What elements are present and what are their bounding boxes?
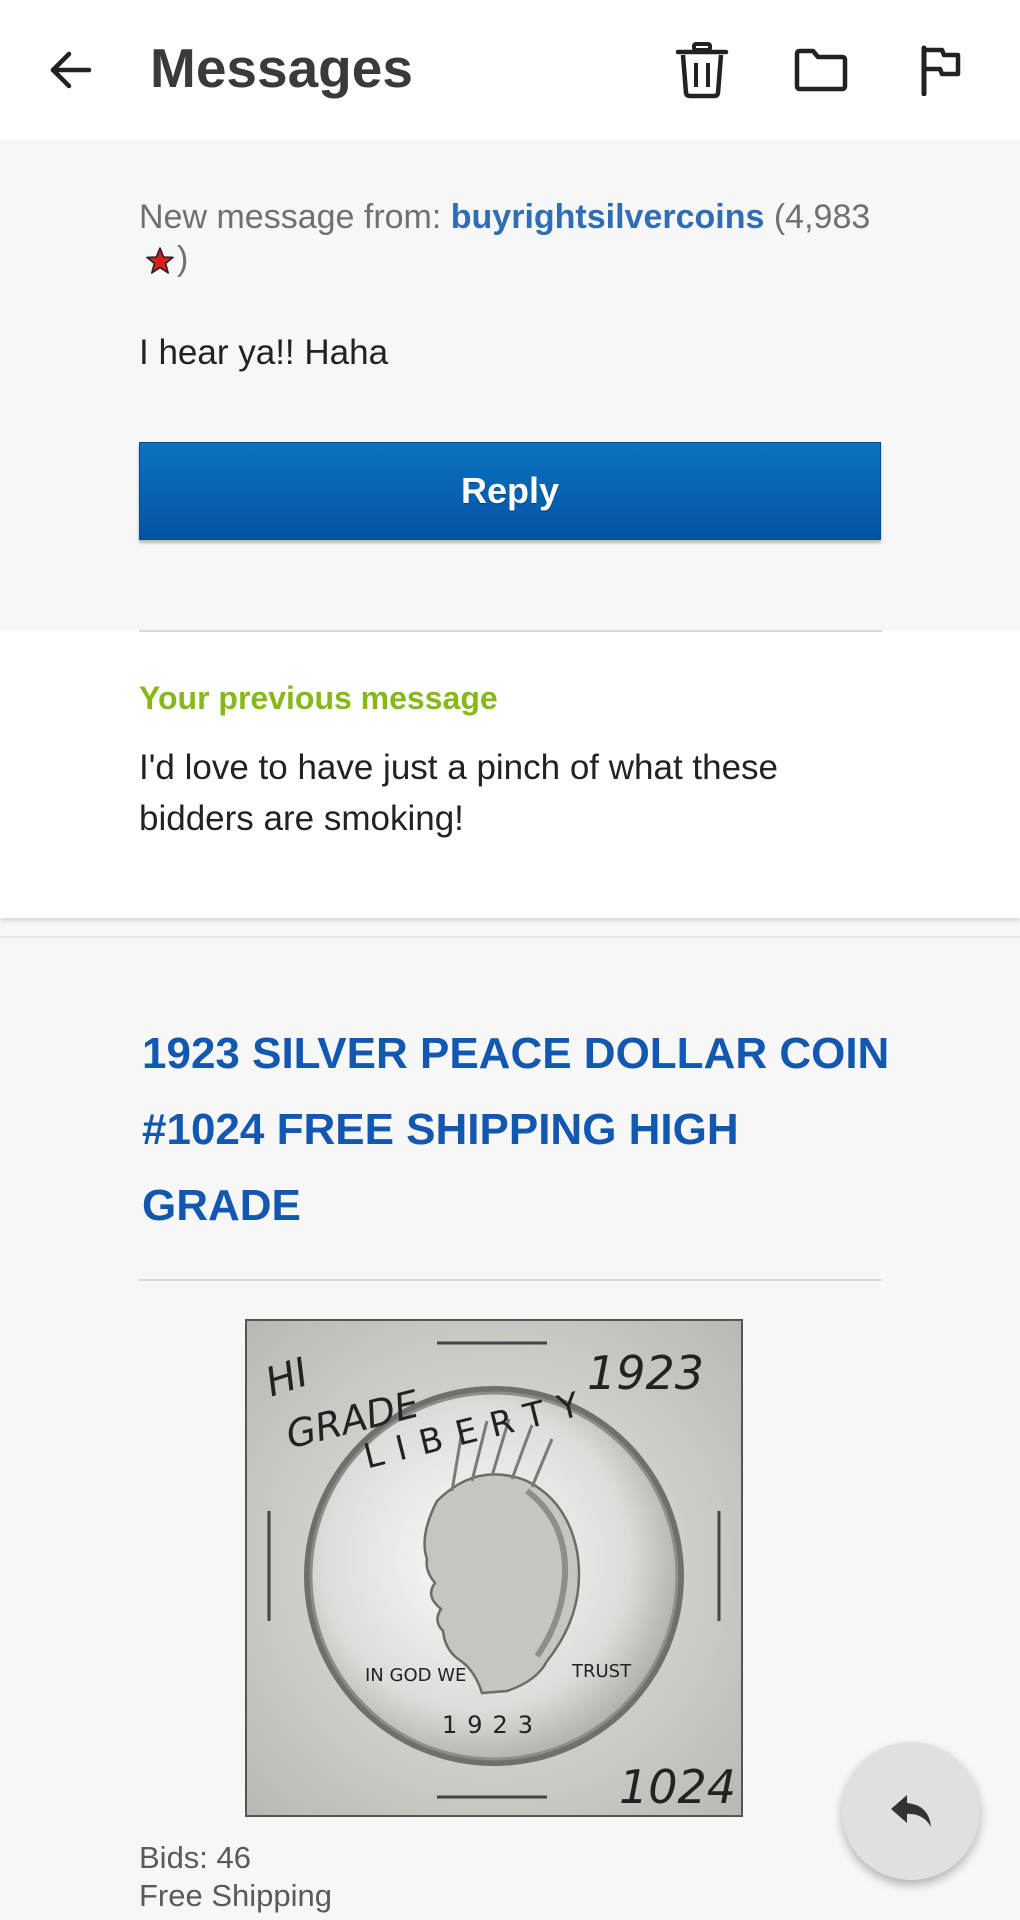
message-from-line: New message from: buyrightsilvercoins (4…	[139, 196, 899, 280]
feedback-score: (4,983	[773, 198, 871, 236]
coin-date-text: 1923	[442, 1711, 543, 1739]
flag-icon	[921, 45, 961, 96]
reply-icon	[891, 1795, 931, 1827]
coin-motto-text: IN GOD WE	[365, 1665, 466, 1686]
shipping-info: Free Shipping	[139, 1878, 333, 1913]
back-arrow-icon	[50, 51, 92, 89]
item-title-link[interactable]: 1923 SILVER PEACE DOLLAR COIN #1024 FREE…	[142, 1016, 902, 1244]
coin-photo: LIBERTY IN GOD WE TRUST 1923 HI GRADE 19…	[247, 1321, 741, 1815]
from-prefix: New message from:	[139, 198, 451, 236]
year-annotation: 1923	[587, 1346, 704, 1400]
bids-count: Bids: 46	[139, 1840, 252, 1875]
page-title: Messages	[150, 37, 413, 99]
back-button[interactable]	[34, 34, 106, 106]
message-body: I hear ya!! Haha	[139, 333, 389, 372]
flag-button[interactable]	[904, 34, 976, 106]
section-separator	[0, 936, 1020, 938]
divider	[139, 630, 882, 632]
reply-button[interactable]: Reply	[139, 442, 881, 540]
new-message-section: New message from: buyrightsilvercoins (4…	[0, 140, 1020, 630]
divider	[139, 1279, 882, 1281]
previous-message-label: Your previous message	[139, 680, 498, 716]
feedback-close: )	[177, 240, 189, 278]
floating-reply-button[interactable]	[842, 1742, 980, 1880]
sender-name-link[interactable]: buyrightsilvercoins	[451, 198, 765, 236]
previous-message-card: Your previous message I'd love to have j…	[0, 630, 1020, 918]
red-star-icon	[146, 247, 174, 274]
coin-trust-text: TRUST	[571, 1661, 632, 1682]
top-app-bar: Messages	[0, 0, 1020, 140]
item-image[interactable]: LIBERTY IN GOD WE TRUST 1923 HI GRADE 19…	[245, 1319, 743, 1817]
previous-message-text: I'd love to have just a pinch of what th…	[139, 748, 779, 838]
move-to-folder-button[interactable]	[785, 34, 857, 106]
trash-icon	[675, 42, 729, 99]
folder-icon	[794, 48, 848, 92]
lot-annotation: 1024	[619, 1760, 736, 1814]
delete-button[interactable]	[666, 34, 738, 106]
